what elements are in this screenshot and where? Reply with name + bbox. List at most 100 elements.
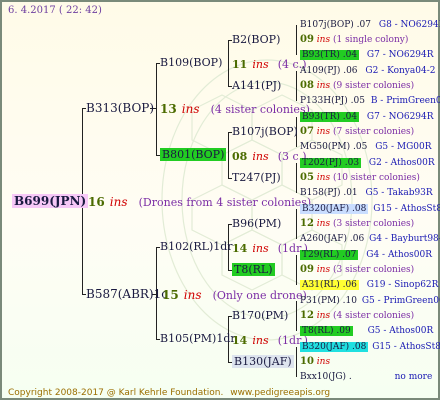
g4-row-23: 10 ins <box>300 355 330 369</box>
g2-queen-3[interactable]: B102(RL)1dr <box>160 240 233 254</box>
g3-7-connector <box>296 301 297 331</box>
g4-r24-name: Bxx10(JG) . <box>300 372 352 382</box>
g2-ins-label-3: ins <box>252 242 269 255</box>
g3-queen-8[interactable]: B130(JAF) <box>232 355 294 369</box>
g4-r19-name: P31(PM) .10 <box>300 296 357 306</box>
g4-row-3[interactable]: B93(TR) .04 G7 - NO6294R <box>300 48 434 62</box>
g3-4-connector <box>296 163 297 193</box>
g4-row-10[interactable]: T202(PJ) .03 G2 - Athos00R <box>300 156 435 170</box>
g4-r2-num: 09 <box>300 34 314 45</box>
g1-queen-1[interactable]: B313(BOP) <box>86 101 154 115</box>
g4-r2-ins: ins <box>316 35 331 45</box>
g4-row-24[interactable]: Bxx10(JG) . no more <box>300 370 432 384</box>
g4-r12-name: B158(PJ) .01 <box>300 188 358 198</box>
g4-r13-code: G15 - AthosSt80R <box>373 204 440 214</box>
g2-drone-info-2: 08 ins (3 c.) <box>232 148 307 164</box>
g4-r14-num: 12 <box>300 218 314 229</box>
g4-r21-name: T8(RL) .09 <box>300 326 353 336</box>
root-queen-name: B699(JPN) <box>12 194 89 208</box>
g4-row-18[interactable]: A31(RL) .06 G19 - Sinop62R <box>300 278 438 292</box>
g4-r1-code: G8 - NO6294R <box>378 20 440 30</box>
root-queen[interactable]: B699(JPN) <box>12 194 89 208</box>
g4-r4-code: G2 - Konya04-2 <box>365 66 436 76</box>
g2-drone-info-4: 14 ins (1dr.) <box>232 332 308 348</box>
g1a-connector <box>156 63 157 155</box>
g4-r15-name: A260(JAF) .06 <box>300 234 365 244</box>
g2-queen-4[interactable]: B105(PM)1dr <box>160 332 236 346</box>
g1-queen-2[interactable]: B587(ABR)1c <box>86 287 168 301</box>
g4-r14-ins: ins <box>316 219 331 229</box>
g1-drone-note-1: (4 sister colonies) <box>210 103 310 116</box>
g3-queen-7[interactable]: B170(PM) <box>232 309 288 323</box>
g4-row-17: 09 ins (3 sister colonies) <box>300 263 414 277</box>
g3-queen-1[interactable]: B2(BOP) <box>232 33 280 47</box>
g4-r10-name: T202(PJ) .03 <box>300 158 362 168</box>
print-date: 6. 4.2017 ( 22: 42) <box>8 5 102 16</box>
g1-ins-label-1: ins <box>181 102 200 116</box>
g4-r17-ins: ins <box>316 265 331 275</box>
g4-r5-note: (9 sister colonies) <box>332 81 415 91</box>
g4-r14-note: (3 sister colonies) <box>332 219 415 229</box>
g1-drone-info-1: 13 ins (4 sister colonies) <box>160 101 310 117</box>
g4-row-6[interactable]: P133H(PJ) .05 B - PrimGreen00 <box>300 94 440 108</box>
g4-row-7[interactable]: B93(TR) .04 G7 - NO6294R <box>300 110 434 124</box>
g4-r8-ins: ins <box>316 127 331 137</box>
g2a-connector <box>228 40 229 86</box>
g3-queen-5[interactable]: B96(PM) <box>232 217 281 231</box>
g4-r5-num: 08 <box>300 80 314 91</box>
g2-ins-label-2: ins <box>252 150 269 163</box>
g3-queen-3[interactable]: B107j(BOP) <box>232 125 298 139</box>
g3-queen-4[interactable]: T247(PJ) <box>232 171 281 185</box>
g3-queen-2[interactable]: A141(PJ) <box>232 79 281 93</box>
g4-r12-code: G5 - Takab93R <box>365 188 433 198</box>
g2-drone-count-3: 14 <box>232 242 248 255</box>
g4-row-19[interactable]: P31(PM) .10 G5 - PrimGreen00 <box>300 294 440 308</box>
g1-drone-note-2: (Only one drone) <box>212 289 307 302</box>
g2-queen-2[interactable]: B801(BOP) <box>160 148 227 162</box>
g4-row-1[interactable]: B107j(BOP) .07 G8 - NO6294R <box>300 18 440 32</box>
g3-queen-6-name: T8(RL) <box>232 263 275 276</box>
g4-row-14: 12 ins (3 sister colonies) <box>300 217 414 231</box>
g4-row-13[interactable]: B320(JAF) .08 G15 - AthosSt80R <box>300 202 440 216</box>
g4-row-16[interactable]: T29(RL) .07 G4 - Athos00R <box>300 248 432 262</box>
g4-row-9[interactable]: MG50(PM) .05 G5 - MG00R <box>300 140 432 154</box>
g4-r6-name: P133H(PJ) .05 <box>300 96 365 106</box>
g4-r19-code: G5 - PrimGreen00 <box>361 296 440 306</box>
g4-row-22[interactable]: B320(JAF) .08 G15 - AthosSt80R <box>300 340 440 354</box>
site-link[interactable]: www.pedigreeapis.org <box>230 388 330 398</box>
g4-r22-code: G15 - AthosSt80R <box>372 342 440 352</box>
g4-row-5: 08 ins (9 sister colonies) <box>300 79 414 93</box>
g2-queen-1[interactable]: B109(BOP) <box>160 56 222 70</box>
g2-drone-count-4: 14 <box>232 334 248 347</box>
g3-queen-6[interactable]: T8(RL) <box>232 263 275 277</box>
g4-r15-code: G4 - Bayburt98-3 <box>369 234 440 244</box>
g4-r1-name: B107j(BOP) .07 <box>300 20 371 30</box>
g4-r9-name: MG50(PM) .05 <box>300 142 368 152</box>
g4-r20-note: (4 sister colonies) <box>332 311 415 321</box>
g2-drone-count-2: 08 <box>232 150 248 163</box>
g1-drone-count-2: 15 <box>162 288 179 302</box>
g3-8-connector <box>296 347 297 377</box>
g4-r4-name: A109(PJ) .06 <box>300 66 358 76</box>
g4-r16-code: G4 - Athos00R <box>366 250 432 260</box>
g4-r6-code: B - PrimGreen00 <box>370 96 440 106</box>
g3-6-connector <box>296 255 297 285</box>
root-drone-count: 16 <box>88 195 105 209</box>
g4-r20-num: 12 <box>300 310 314 321</box>
g4-row-11: 05 ins (10 sister colonies) <box>300 171 420 185</box>
g4-row-12[interactable]: B158(PJ) .01 G5 - Takab93R <box>300 186 433 200</box>
g4-r22-name: B320(JAF) .08 <box>300 342 369 352</box>
root-ins-label: ins <box>109 195 128 209</box>
pedigree-frame: 6. 4.2017 ( 22: 42) B699(JPN) 16 ins (Dr… <box>0 0 440 400</box>
g4-row-21[interactable]: T8(RL) .09 G5 - Athos00R <box>300 324 433 338</box>
g4-r13-name: B320(JAF) .08 <box>300 204 369 214</box>
g4-r2-note: (1 single colony) <box>332 35 409 45</box>
g4-r11-note: (10 sister colonies) <box>332 173 420 183</box>
g3-1-connector <box>296 25 297 55</box>
g4-r23-num: 10 <box>300 356 314 367</box>
g4-r7-name: B93(TR) .04 <box>300 112 360 122</box>
g4-row-15[interactable]: A260(JAF) .06 G4 - Bayburt98-3 <box>300 232 440 246</box>
g4-row-4[interactable]: A109(PJ) .06 G2 - Konya04-2 <box>300 64 435 78</box>
g4-r17-num: 09 <box>300 264 314 275</box>
g4-row-20: 12 ins (4 sister colonies) <box>300 309 414 323</box>
